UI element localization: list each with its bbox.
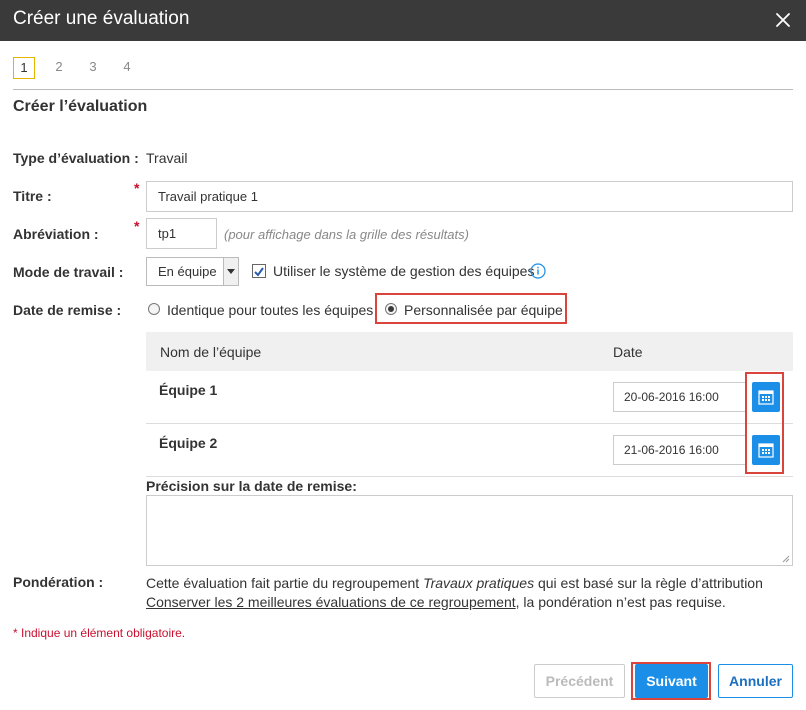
due-same-label[interactable]: Identique pour toutes les équipes	[167, 302, 373, 318]
table-row: Équipe 1 20-06-2016 16:00	[146, 371, 793, 424]
chevron-down-icon[interactable]	[223, 258, 238, 285]
cancel-button[interactable]: Annuler	[718, 664, 793, 698]
table-header: Nom de l’équipe Date	[146, 332, 793, 371]
team-name: Équipe 2	[159, 435, 218, 451]
step-2: 2	[55, 59, 63, 74]
weighting-text-part: qui est basé sur la règle d’attribution	[534, 575, 763, 591]
due-custom-radio[interactable]	[385, 303, 397, 315]
step-4: 4	[123, 59, 131, 74]
step-3: 3	[89, 59, 97, 74]
precision-textarea[interactable]	[146, 495, 793, 566]
group-name: Travaux pratiques	[423, 575, 535, 591]
due-date-label: Date de remise :	[13, 302, 122, 318]
abbreviation-required-mark: *	[134, 218, 140, 234]
required-note: * Indique un élément obligatoire.	[13, 626, 186, 640]
check-icon	[254, 267, 264, 277]
title-input[interactable]: Travail pratique 1	[146, 181, 793, 212]
section-divider	[13, 89, 793, 90]
abbreviation-hint: (pour affichage dans la grille des résul…	[224, 227, 469, 242]
type-label: Type d’évaluation :	[13, 150, 139, 166]
resize-grip-icon[interactable]	[782, 555, 790, 563]
abbreviation-input[interactable]: tp1	[146, 218, 217, 249]
next-button[interactable]: Suivant	[635, 664, 708, 698]
dialog-titlebar: Créer une évaluation	[0, 0, 806, 41]
weighting-text: Cette évaluation fait partie du regroupe…	[146, 574, 796, 612]
mode-label: Mode de travail :	[13, 264, 124, 280]
mode-select[interactable]: En équipe	[146, 257, 239, 286]
section-title: Créer l’évaluation	[13, 98, 148, 115]
previous-button[interactable]: Précédent	[534, 664, 625, 698]
step-1: 1	[13, 57, 35, 79]
date-header: Date	[613, 344, 643, 360]
weighting-text-part: Cette évaluation fait partie du regroupe…	[146, 575, 424, 591]
weighting-text-part: , la pondération n’est pas requise.	[515, 594, 726, 610]
title-label: Titre :	[13, 188, 52, 204]
mode-select-value: En équipe	[158, 264, 217, 279]
date-input[interactable]: 20-06-2016 16:00	[613, 382, 747, 412]
precision-label: Précision sur la date de remise:	[146, 478, 357, 494]
calendar-buttons-highlight	[745, 372, 784, 474]
team-name: Équipe 1	[159, 382, 218, 398]
team-system-checkbox[interactable]	[252, 264, 266, 278]
title-required-mark: *	[134, 180, 140, 196]
team-system-label[interactable]: Utiliser le système de gestion des équip…	[273, 263, 534, 279]
close-icon[interactable]	[770, 7, 796, 33]
date-input[interactable]: 21-06-2016 16:00	[613, 435, 747, 465]
rule-link[interactable]: Conserver les 2 meilleures évaluations d…	[146, 594, 516, 610]
due-same-radio[interactable]	[148, 303, 160, 315]
due-custom-label[interactable]: Personnalisée par équipe	[404, 302, 563, 318]
team-name-header: Nom de l’équipe	[160, 344, 262, 360]
abbreviation-label: Abréviation :	[13, 226, 99, 242]
type-value: Travail	[146, 150, 188, 166]
table-row: Équipe 2 21-06-2016 16:00	[146, 424, 793, 477]
weighting-label: Pondération :	[13, 574, 104, 590]
info-icon[interactable]	[530, 263, 546, 279]
dialog-title: Créer une évaluation	[13, 8, 190, 29]
